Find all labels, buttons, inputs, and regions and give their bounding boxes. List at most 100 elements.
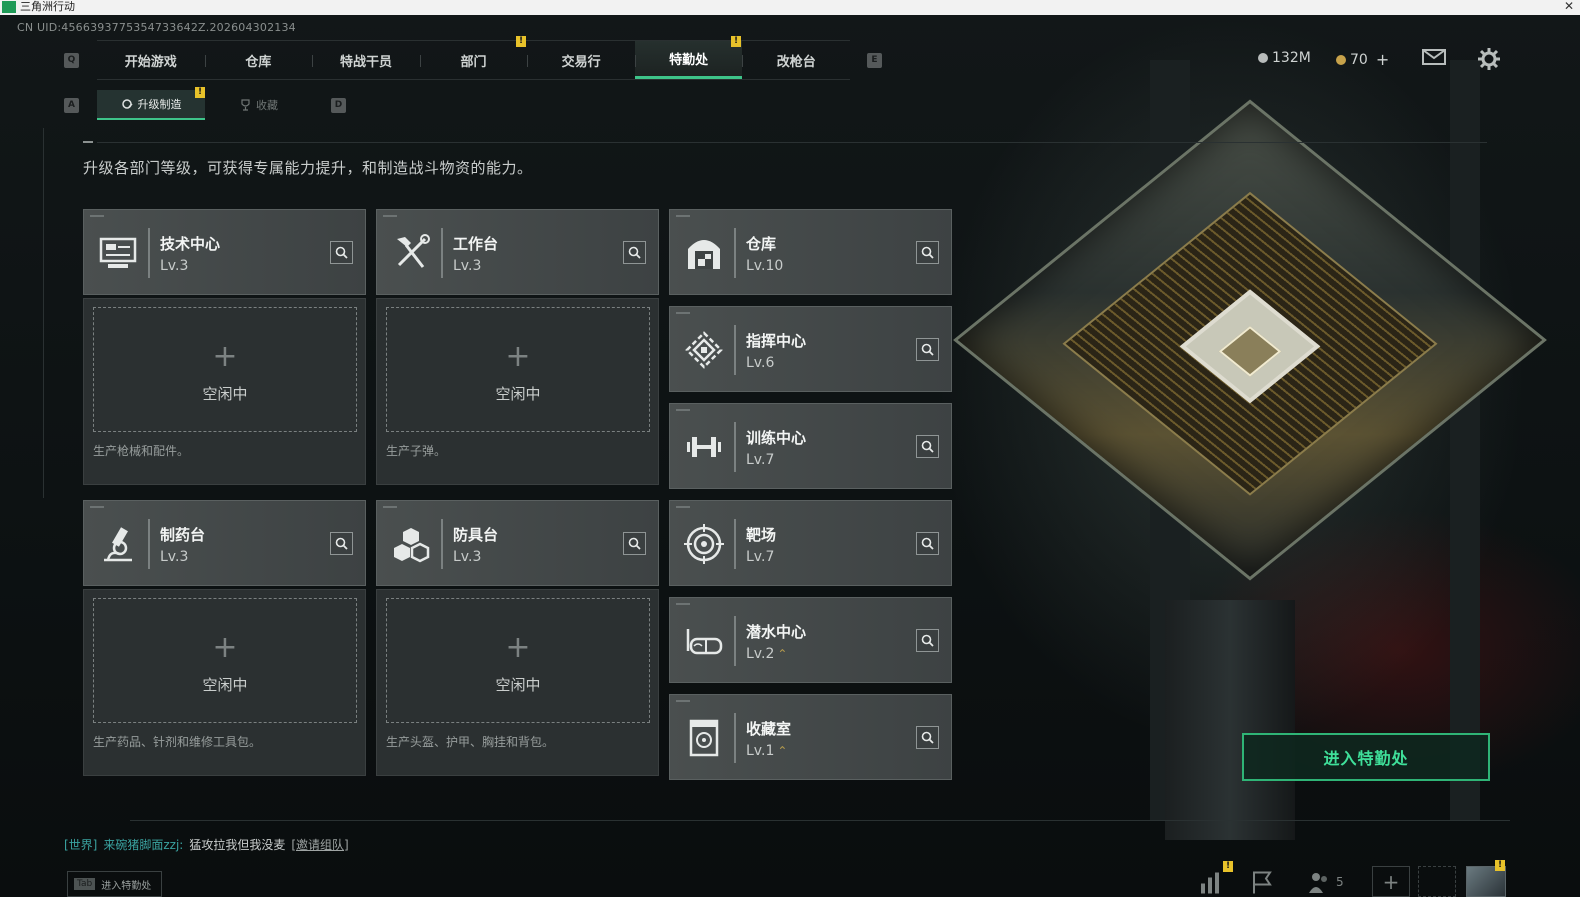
dept-name: 潜水中心: [746, 623, 807, 641]
flag-icon[interactable]: [1250, 866, 1274, 897]
subtab-upgrade-craft[interactable]: 升级制造: [97, 90, 205, 120]
friends-online[interactable]: 5: [1308, 866, 1344, 897]
search-icon[interactable]: [916, 726, 939, 749]
dept-level: Lv.6: [746, 355, 775, 371]
dept-level: Lv.7: [746, 452, 775, 468]
dept-card-warehouse[interactable]: 仓库 Lv.10: [669, 209, 952, 295]
production-description: 生产头盔、护甲、胸挂和背包。: [386, 735, 555, 749]
alert-badge: !: [516, 36, 526, 47]
chat-line: [世界] 来碗猪脚面zzj: 猛攻拉我但我没麦 [邀请组队]: [64, 836, 349, 853]
search-icon[interactable]: [330, 241, 353, 264]
command-icon: [682, 328, 726, 372]
mail-icon[interactable]: [1422, 48, 1446, 66]
microscope-icon: [96, 522, 140, 566]
chat-channel[interactable]: [世界]: [64, 836, 97, 853]
tab-gunsmith[interactable]: 改枪台: [742, 41, 850, 79]
description-mark: [83, 141, 93, 143]
tab-warehouse[interactable]: 仓库: [204, 41, 313, 79]
gear-icon[interactable]: [1478, 48, 1500, 70]
subtab-collection[interactable]: 收藏: [205, 90, 313, 120]
dept-card-training-center[interactable]: 训练中心 Lv.7: [669, 403, 952, 489]
dept-name: 仓库: [746, 235, 777, 253]
search-icon[interactable]: [916, 241, 939, 264]
money-coin-icon: [1258, 53, 1268, 63]
production-slot[interactable]: + 空闲中: [386, 598, 650, 723]
dept-level: Lv.3: [453, 549, 482, 565]
dept-level: Lv.3: [453, 258, 482, 274]
add-currency-icon[interactable]: +: [1376, 50, 1389, 69]
production-slot[interactable]: + 空闲中: [93, 307, 357, 432]
dept-card-tech-center[interactable]: 技术中心 Lv.3: [83, 209, 366, 295]
dept-name: 制药台: [160, 526, 206, 544]
search-icon[interactable]: [916, 435, 939, 458]
tab-key: Tab: [74, 878, 96, 890]
target-icon: [682, 522, 726, 566]
enter-special-ops-button[interactable]: 进入特勤处: [1242, 733, 1490, 781]
goggles-icon: [682, 619, 726, 663]
dept-level: Lv.7: [746, 549, 775, 565]
dept-card-collection-room[interactable]: 收藏室 Lv.1 ⌃: [669, 694, 952, 780]
production-description: 生产子弹。: [386, 444, 447, 458]
dept-card-workbench[interactable]: 工作台 Lv.3: [376, 209, 659, 295]
prev-subtab-key-hint[interactable]: A: [64, 98, 79, 113]
dept-name: 技术中心: [160, 235, 221, 253]
production-description: 生产枪械和配件。: [93, 444, 190, 458]
dept-name: 工作台: [453, 235, 499, 253]
tab-department[interactable]: 部门: [419, 41, 528, 79]
window-title: 三角洲行动: [20, 0, 75, 13]
tab-key-hint[interactable]: Tab 进入特勤处: [67, 871, 162, 897]
prev-tab-key-hint[interactable]: Q: [64, 53, 79, 68]
chat-message: 猛攻拉我但我没麦: [189, 838, 286, 852]
alert-badge: !: [731, 36, 741, 47]
frame-line: [97, 142, 1487, 143]
money-display: 132M: [1258, 50, 1311, 66]
search-icon[interactable]: [916, 532, 939, 555]
dept-level: Lv.3: [160, 549, 189, 565]
next-tab-key-hint[interactable]: E: [867, 53, 882, 68]
search-icon[interactable]: [623, 532, 646, 555]
production-panel-tech-center: + 空闲中 生产枪械和配件。: [83, 298, 366, 485]
vault-icon: [682, 716, 726, 760]
dept-level: Lv.10: [746, 258, 784, 274]
plus-icon: +: [505, 339, 531, 374]
dept-card-diving-center[interactable]: 潜水中心 Lv.2 ⌃: [669, 597, 952, 683]
tab-start-game[interactable]: 开始游戏: [97, 41, 205, 79]
plus-icon: +: [212, 339, 238, 374]
production-panel-armor-bench: + 空闲中 生产头盔、护甲、胸挂和背包。: [376, 589, 659, 776]
dept-card-command-center[interactable]: 指挥中心 Lv.6: [669, 306, 952, 392]
warehouse-icon: [682, 231, 726, 275]
close-icon[interactable]: ✕: [1564, 0, 1574, 13]
dept-card-pharmacy[interactable]: 制药台 Lv.3: [83, 500, 366, 586]
invite-team-link[interactable]: [邀请组队]: [291, 836, 348, 853]
upgrade-available-icon: ⌃: [777, 744, 788, 758]
search-icon[interactable]: [623, 241, 646, 264]
tab-trading[interactable]: 交易行: [527, 41, 635, 79]
production-slot[interactable]: + 空闲中: [386, 307, 650, 432]
production-slot[interactable]: + 空闲中: [93, 598, 357, 723]
tools-icon: [389, 231, 433, 275]
production-description: 生产药品、针剂和维修工具包。: [93, 735, 262, 749]
chat-sender[interactable]: 来碗猪脚面zzj:: [103, 836, 183, 853]
plus-icon: +: [212, 630, 238, 665]
alert-badge: !: [1223, 861, 1233, 872]
friends-count: 5: [1336, 874, 1344, 889]
tab-special-ops[interactable]: 特勤处: [634, 41, 743, 79]
dept-name: 靶场: [746, 526, 777, 544]
alert-badge: !: [195, 87, 205, 98]
premium-display[interactable]: 70 +: [1336, 50, 1389, 69]
stats-icon[interactable]: [1198, 866, 1222, 897]
dept-card-armor-bench[interactable]: 防具台 Lv.3: [376, 500, 659, 586]
window-titlebar: 三角洲行动 ✕: [0, 0, 1580, 15]
tab-hint-label: 进入特勤处: [101, 880, 152, 892]
dept-card-shooting-range[interactable]: 靶场 Lv.7: [669, 500, 952, 586]
dept-level: Lv.1 ⌃: [746, 743, 788, 759]
search-icon[interactable]: [916, 629, 939, 652]
dept-name: 训练中心: [746, 429, 807, 447]
tab-operators[interactable]: 特战干员: [312, 41, 420, 79]
search-icon[interactable]: [916, 338, 939, 361]
money-amount: 132M: [1272, 50, 1311, 66]
search-icon[interactable]: [330, 532, 353, 555]
add-teammate-button[interactable]: +: [1372, 866, 1410, 897]
next-subtab-key-hint[interactable]: D: [331, 98, 346, 113]
team-slot[interactable]: [1418, 866, 1456, 897]
